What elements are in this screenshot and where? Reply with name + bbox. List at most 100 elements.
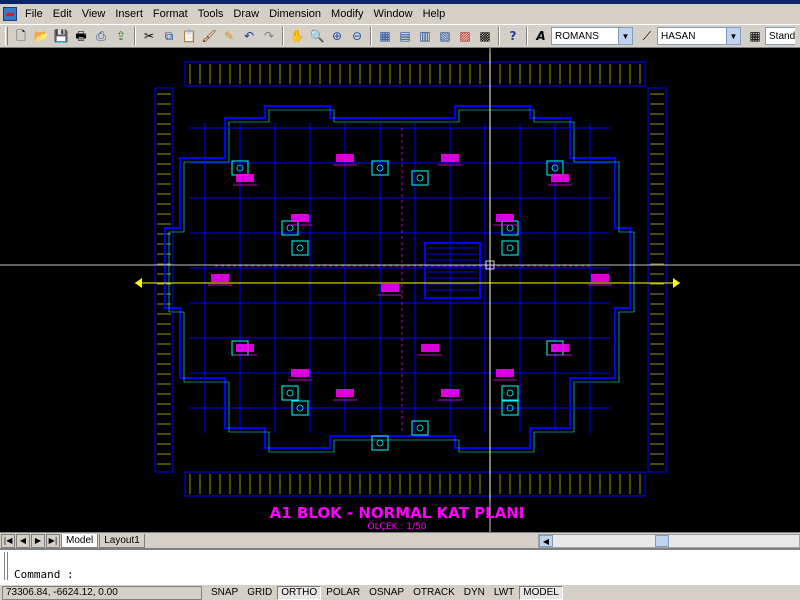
tab-layout1[interactable]: Layout1	[99, 533, 145, 548]
table-style-icon[interactable]: ▦	[745, 26, 765, 46]
help-icon[interactable]: ?	[503, 26, 523, 46]
menu-insert[interactable]: Insert	[110, 6, 148, 22]
tab-model[interactable]: Model	[61, 533, 99, 548]
dimension-style-select[interactable]: HASAN ▼	[657, 27, 741, 45]
dimension-style-icon[interactable]: ⟋	[637, 26, 657, 46]
properties-icon[interactable]: ▦	[375, 26, 395, 46]
paste-icon[interactable]: 📋	[179, 26, 199, 46]
furniture-fixture	[506, 244, 514, 252]
first-tab-icon[interactable]: |◀	[1, 533, 15, 548]
print-preview-icon[interactable]: ⎙	[91, 26, 111, 46]
lwt-toggle[interactable]: LWT	[489, 585, 519, 600]
dimension-frame-right	[647, 87, 667, 473]
room-label-block	[336, 154, 354, 162]
room-label-block	[591, 274, 609, 282]
menu-view[interactable]: View	[77, 6, 111, 22]
menu-bar: File Edit View Insert Format Tools Draw …	[0, 4, 800, 24]
room-label-block	[441, 154, 459, 162]
pan-icon[interactable]: ✋	[287, 26, 307, 46]
building-outline	[164, 105, 631, 449]
horizontal-scrollbar[interactable]: ◀	[538, 534, 800, 548]
snap-toggle[interactable]: SNAP	[207, 585, 243, 600]
model-toggle[interactable]: MODEL	[519, 585, 563, 600]
toolbar-grip[interactable]	[5, 27, 8, 45]
autocad-app-icon[interactable]	[3, 7, 17, 21]
table-style-select[interactable]: Stand	[765, 27, 795, 45]
coordinate-readout[interactable]: 73306.84, -6624.12, 0.00	[2, 585, 202, 600]
room-label-block	[551, 174, 569, 182]
chevron-down-icon[interactable]: ▼	[726, 28, 740, 44]
toolbar-separator	[498, 27, 500, 45]
menu-file[interactable]: File	[20, 6, 48, 22]
text-style-select[interactable]: ROMANS ▼	[551, 27, 633, 45]
room-label-block	[291, 214, 309, 222]
markup-icon[interactable]: ▨	[455, 26, 475, 46]
furniture-fixture	[501, 385, 519, 401]
dimension-style-value: HASAN	[661, 30, 696, 42]
command-prompt: Command :	[14, 567, 74, 581]
room-label-block	[441, 389, 459, 397]
zoom-window-icon[interactable]: ⊕	[327, 26, 347, 46]
otrack-toggle[interactable]: OTRACK	[409, 585, 459, 600]
match-properties-icon[interactable]: 🖌	[199, 26, 219, 46]
menu-tools[interactable]: Tools	[193, 6, 229, 22]
room-label-block	[381, 284, 399, 292]
menu-window[interactable]: Window	[368, 6, 417, 22]
furniture-fixture	[411, 170, 429, 186]
menu-draw[interactable]: Draw	[228, 6, 264, 22]
save-icon[interactable]: 💾	[51, 26, 71, 46]
section-arrow	[135, 278, 142, 288]
previous-tab-icon[interactable]: ◀	[16, 533, 30, 548]
menu-edit[interactable]: Edit	[48, 6, 77, 22]
chevron-down-icon[interactable]: ▼	[618, 28, 632, 44]
zoom-realtime-icon[interactable]: 🔍	[307, 26, 327, 46]
command-window[interactable]: Command :	[0, 548, 800, 584]
dyn-toggle[interactable]: DYN	[459, 585, 489, 600]
osnap-toggle[interactable]: OSNAP	[365, 585, 409, 600]
last-tab-icon[interactable]: ▶|	[46, 533, 60, 548]
command-line[interactable]: Command :	[4, 566, 800, 582]
scroll-left-icon[interactable]: ◀	[539, 535, 553, 547]
menu-dimension[interactable]: Dimension	[264, 6, 326, 22]
sheet-set-icon[interactable]: ▧	[435, 26, 455, 46]
room-label-block	[551, 344, 569, 352]
toolbar-separator	[370, 27, 372, 45]
room-label-block	[496, 214, 514, 222]
toolbar-separator	[282, 27, 284, 45]
open-file-icon[interactable]: 📂	[31, 26, 51, 46]
menu-format[interactable]: Format	[148, 6, 193, 22]
floor-plan-drawing	[0, 48, 800, 532]
table-style-value: Stand	[769, 30, 796, 42]
calculator-icon[interactable]: ▩	[475, 26, 495, 46]
cut-icon[interactable]: ✂	[139, 26, 159, 46]
redo-icon[interactable]: ↷	[259, 26, 279, 46]
new-file-icon[interactable]: 🗋	[11, 26, 31, 46]
menu-help[interactable]: Help	[418, 6, 451, 22]
room-label-block	[421, 344, 439, 352]
polar-toggle[interactable]: POLAR	[322, 585, 365, 600]
furniture-fixture	[506, 224, 514, 232]
furniture-fixture	[291, 240, 309, 256]
publish-icon[interactable]: ⇪	[111, 26, 131, 46]
text-style-icon[interactable]: A	[531, 26, 551, 46]
section-arrow	[673, 278, 680, 288]
furniture-fixture	[411, 420, 429, 436]
print-icon[interactable]: 🖶	[71, 26, 91, 46]
dimension-frame-bottom	[184, 471, 646, 497]
furniture-fixture	[281, 385, 299, 401]
design-center-icon[interactable]: ▤	[395, 26, 415, 46]
room-label-block	[211, 274, 229, 282]
menu-modify[interactable]: Modify	[326, 6, 368, 22]
grid-toggle[interactable]: GRID	[243, 585, 277, 600]
copy-icon[interactable]: ⧉	[159, 26, 179, 46]
room-label-block	[336, 389, 354, 397]
block-editor-icon[interactable]: ✎	[219, 26, 239, 46]
layout-tab-bar: |◀ ◀ ▶ ▶| Model Layout1 ◀	[0, 532, 800, 548]
ortho-toggle[interactable]: ORTHO	[277, 585, 322, 600]
scroll-thumb[interactable]	[655, 535, 669, 547]
undo-icon[interactable]: ↶	[239, 26, 259, 46]
zoom-previous-icon[interactable]: ⊖	[347, 26, 367, 46]
drawing-canvas[interactable]: A1 BLOK - NORMAL KAT PLANI ÖLÇEK : 1/50	[0, 48, 800, 532]
tool-palettes-icon[interactable]: ▥	[415, 26, 435, 46]
next-tab-icon[interactable]: ▶	[31, 533, 45, 548]
